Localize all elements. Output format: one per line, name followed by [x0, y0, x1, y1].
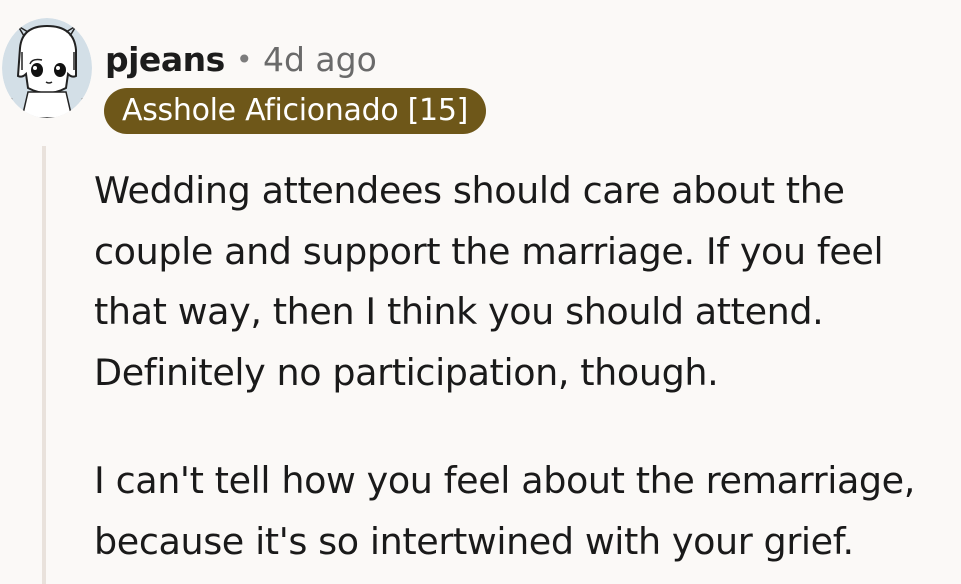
comment-paragraph-2: I can't tell how you feel about the rema… — [94, 459, 915, 563]
user-flair-badge: Asshole Aficionado [15] — [104, 88, 487, 134]
comment: pjeans • 4d ago Asshole Aficionado [15] … — [0, 0, 961, 584]
meta-separator: • — [236, 43, 253, 76]
comment-body: Wedding attendees should care about the … — [94, 161, 944, 572]
username-link[interactable]: pjeans — [105, 38, 225, 82]
user-avatar[interactable] — [2, 18, 92, 118]
comment-timestamp[interactable]: 4d ago — [263, 38, 377, 82]
avatar-icon — [2, 18, 92, 118]
comment-paragraph-1: Wedding attendees should care about the … — [94, 169, 884, 394]
thread-line[interactable] — [42, 146, 46, 584]
